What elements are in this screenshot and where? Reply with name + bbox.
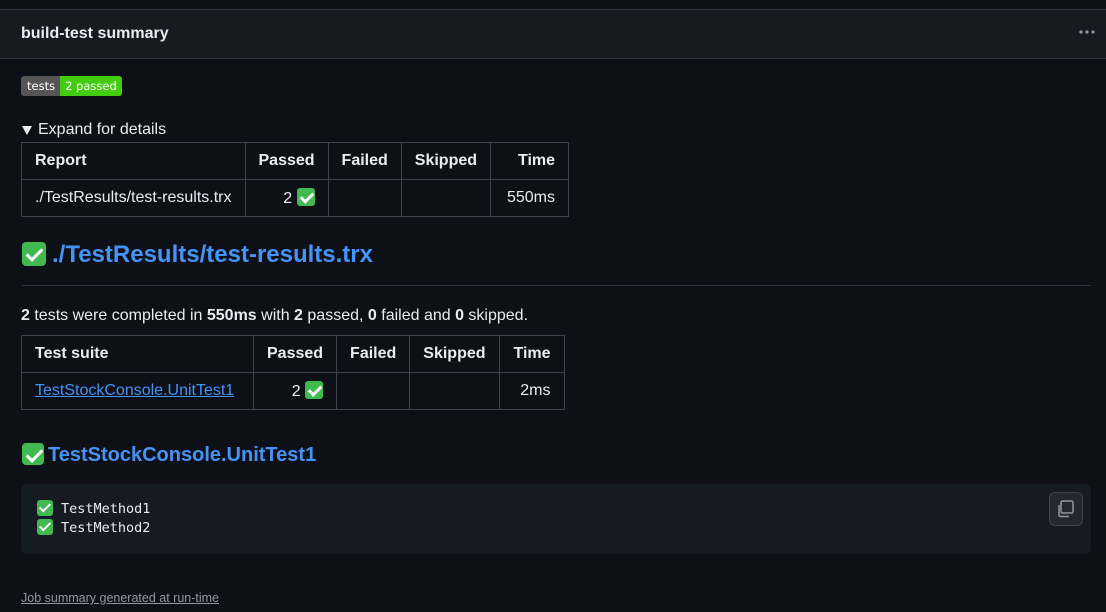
suite-link[interactable]: TestStockConsole.UnitTest1 (35, 382, 234, 399)
suite-table: Test suite Passed Failed Skipped Time Te… (21, 335, 565, 410)
check-mark-icon (305, 381, 324, 399)
details-summary-label: Expand for details (38, 121, 167, 138)
check-mark-icon (37, 500, 53, 516)
details-toggle[interactable]: Expand for details (22, 121, 166, 139)
passed-count: 2 (291, 383, 301, 400)
column-header: Passed (252, 335, 338, 373)
report-heading-link[interactable]: ./TestResults/test-results.trx (52, 241, 373, 268)
time-cell: 550ms (490, 179, 570, 217)
report-heading: ./TestResults/test-results.trx (22, 241, 1091, 286)
check-mark-icon (22, 443, 44, 465)
summary-text: failed and (376, 307, 456, 324)
summary-text: skipped. (463, 307, 529, 324)
report-table: Report Passed Failed Skipped Time ./Test… (21, 142, 570, 217)
badge-value: 2 passed (60, 76, 122, 96)
failed-cell (327, 179, 402, 217)
check-mark-icon (37, 519, 53, 535)
column-header: Report (21, 142, 246, 180)
test-method-name: TestMethod1 (61, 501, 151, 517)
passed-value: 2 (294, 307, 303, 324)
test-method-line: TestMethod1 (37, 500, 150, 517)
triangle-down-icon (22, 126, 32, 135)
column-header: Time (490, 142, 570, 180)
test-method-line: TestMethod2 (37, 519, 150, 536)
table-header-row: Test suite Passed Failed Skipped Time (21, 335, 565, 373)
summary-title: build-test summary (21, 25, 169, 42)
job-summary-panel: build-test summary tests 2 passed Expand… (0, 9, 1106, 612)
summary-text: tests were completed in (29, 307, 207, 324)
column-header: Passed (244, 142, 329, 180)
test-method-name: TestMethod2 (61, 520, 151, 536)
summary-text: passed, (302, 307, 368, 324)
test-methods-code-block: TestMethod1 TestMethod2 (21, 484, 1091, 554)
table-row: TestStockConsole.UnitTest1 2 2ms (21, 372, 565, 410)
suite-heading: TestStockConsole.UnitTest1 (22, 443, 316, 467)
tests-badge: tests 2 passed (21, 76, 122, 96)
column-header: Failed (327, 142, 402, 180)
passed-cell: 2 (244, 179, 329, 217)
copy-button[interactable] (1049, 492, 1083, 526)
summary-text: with (256, 307, 295, 324)
failed-value: 0 (367, 307, 377, 324)
failed-cell (336, 372, 411, 410)
column-header: Time (498, 335, 565, 373)
time-cell: 2ms (498, 372, 565, 410)
suite-heading-link[interactable]: TestStockConsole.UnitTest1 (48, 444, 316, 466)
passed-count: 2 (283, 190, 293, 207)
job-summary-footer-link[interactable]: Job summary generated at run-time (21, 591, 219, 605)
column-header: Skipped (409, 335, 500, 373)
column-header: Failed (336, 335, 411, 373)
kebab-menu-icon[interactable] (1078, 23, 1096, 41)
check-mark-icon (22, 242, 46, 266)
suite-cell: TestStockConsole.UnitTest1 (21, 372, 254, 410)
badge-label: tests (21, 76, 61, 96)
column-header: Skipped (400, 142, 492, 180)
skipped-value: 0 (455, 307, 464, 324)
table-header-row: Report Passed Failed Skipped Time (21, 142, 570, 180)
summary-header: build-test summary (0, 10, 1106, 59)
report-cell: ./TestResults/test-results.trx (21, 179, 246, 217)
skipped-cell (409, 372, 500, 410)
copy-icon (1058, 500, 1074, 518)
table-row: ./TestResults/test-results.trx 2 550ms (21, 179, 570, 217)
duration-value: 550ms (206, 307, 257, 324)
results-summary-text: 2 tests were completed in 550ms with 2 p… (21, 307, 528, 325)
skipped-cell (400, 179, 492, 217)
passed-cell: 2 (252, 372, 338, 410)
column-header: Test suite (21, 335, 254, 373)
check-mark-icon (296, 188, 315, 206)
tests-count: 2 (21, 307, 30, 324)
